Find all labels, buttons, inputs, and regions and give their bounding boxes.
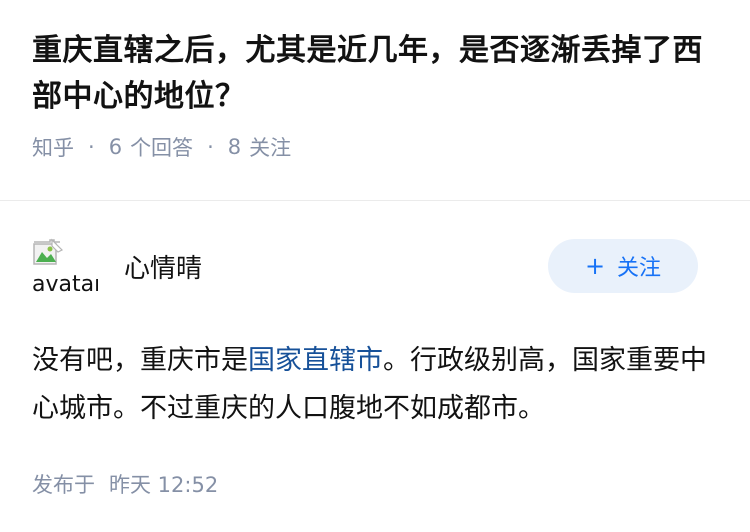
answer-content: 没有吧，重庆市是国家直辖市。行政级别高，国家重要中心城市。不过重庆的人口腹地不如… (32, 337, 718, 433)
author-row: avatar 心情晴 + 关注 (32, 238, 718, 300)
question-title[interactable]: 重庆直辖之后，尤其是近几年，是否逐渐丢掉了西部中心的地位？ (32, 28, 718, 120)
follower-count-label: 关注 (249, 136, 292, 160)
answer-card: avatar 心情晴 + 关注 没有吧，重庆市是国家直辖市。行政级别高，国家重要… (0, 201, 750, 499)
meta-separator-dot: · (88, 135, 95, 159)
answer-count-label[interactable]: 个回答 (130, 132, 193, 162)
follower-count: 8 (227, 135, 242, 159)
publish-time: 昨天 12:52 (109, 473, 219, 497)
answer-publish-time: 发布于 昨天 12:52 (32, 469, 718, 499)
avatar-alt-text: avatar (32, 272, 98, 297)
follow-button[interactable]: + 关注 (548, 239, 698, 293)
question-source[interactable]: 知乎 (32, 132, 74, 162)
answer-count: 6 (108, 135, 123, 159)
broken-image-icon (33, 238, 64, 265)
meta-separator-dot: · (207, 135, 214, 159)
avatar[interactable]: avatar (32, 238, 98, 300)
answer-inline-link[interactable]: 国家直辖市 (248, 345, 383, 376)
answer-text-before-link: 没有吧，重庆市是 (32, 345, 248, 376)
follow-button-label: 关注 (617, 256, 662, 281)
author-name[interactable]: 心情晴 (124, 248, 202, 285)
plus-icon: + (584, 252, 606, 280)
question-meta: 知乎 · 6 个回答 · 8 关注 (32, 132, 718, 162)
publish-label: 发布于 (32, 473, 95, 497)
question-header: 重庆直辖之后，尤其是近几年，是否逐渐丢掉了西部中心的地位？ 知乎 · 6 个回答… (0, 0, 750, 172)
